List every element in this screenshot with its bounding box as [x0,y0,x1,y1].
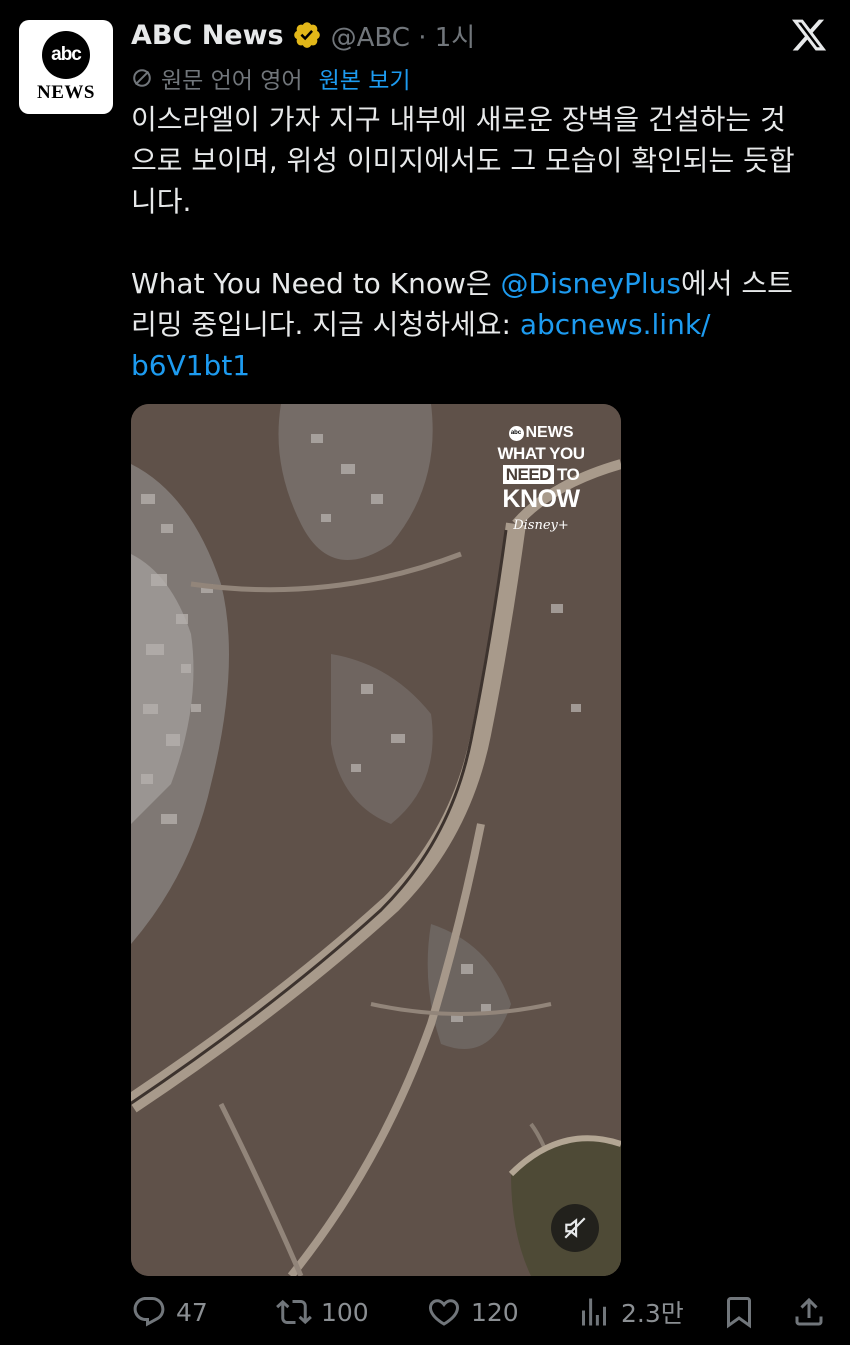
views-count: 2.3만 [621,1299,684,1328]
tweet-text-segment: 리밍 중입니다. 지금 시청하세요: [131,308,520,341]
bookmark-button[interactable] [721,1290,766,1334]
tweet-header: ABC News @ABC · 1시 [131,15,475,55]
tweet-line: 으로 보이며, 위성 이미지에서도 그 모습이 확인되는 듯합 [131,144,795,177]
tweet-text: 이스라엘이 가자 지구 내부에 새로운 장벽을 건설하는 것 으로 보이며, 위… [131,99,831,386]
translation-source-label: 원문 언어 영어 [161,68,303,94]
tweet-text-segment: 에서 스트 [680,267,793,300]
reply-button[interactable]: 47 [131,1290,208,1334]
bookmark-icon [727,1297,751,1329]
action-bar: 47 100 120 2.3만 [131,1290,831,1334]
repost-icon [276,1299,312,1325]
media-branding: abc NEWS WHAT YOU NEED TO KNOW Disney+ [481,424,601,533]
satellite-image [131,404,621,1276]
share-button[interactable] [791,1290,836,1334]
like-count: 120 [471,1297,519,1327]
external-link[interactable]: b6V1bt1 [131,349,250,382]
repost-button[interactable]: 100 [276,1290,369,1334]
repost-count: 100 [321,1297,369,1327]
tweet-line: 이스라엘이 가자 지구 내부에 새로운 장벽을 건설하는 것 [131,103,786,136]
tweet-paragraph: What You Need to Know은 @DisneyPlus에서 스트 [131,263,831,304]
tweet-text-segment: What You Need to Know은 [131,267,501,300]
disney-plus-logo: Disney+ [513,518,569,533]
mute-icon [564,1217,586,1239]
verified-badge-icon [292,20,322,50]
mute-button[interactable] [551,1204,599,1252]
brand-line: WHAT YOU [497,444,585,463]
views-button[interactable]: 2.3만 [576,1290,684,1334]
share-icon [795,1297,823,1326]
brand-line: NEED TO [481,465,601,485]
tweet-line: 니다. [131,185,192,218]
brand-boxed-word: NEED [502,465,554,484]
video-media[interactable]: abc NEWS WHAT YOU NEED TO KNOW Disney+ [131,404,621,1276]
like-icon [428,1299,460,1326]
translation-bar: 원문 언어 영어 원본 보기 [131,60,411,96]
abc-dot-logo: abc [508,425,524,441]
display-name[interactable]: ABC News [131,20,284,51]
mention-link[interactable]: @DisneyPlus [501,267,681,300]
like-button[interactable]: 120 [426,1290,519,1334]
abc-news-wordmark: NEWS [37,81,95,103]
reply-count: 47 [176,1297,208,1327]
reply-icon [133,1297,165,1327]
abc-logo: abc [42,30,90,79]
brand-news: NEWS [525,424,574,441]
external-link[interactable]: abcnews.link/ [520,308,711,341]
show-original-link[interactable]: 원본 보기 [319,61,411,95]
brand-line: KNOW [502,485,580,513]
avatar[interactable]: abc NEWS [19,20,113,114]
handle-and-time[interactable]: @ABC · 1시 [331,17,476,54]
translate-icon [133,69,151,87]
tweet-paragraph: b6V1bt1 [131,345,831,386]
tweet-paragraph: 리밍 중입니다. 지금 시청하세요: abcnews.link/ [131,304,831,345]
x-logo-icon [791,19,827,51]
brand-word: TO [556,465,580,484]
views-icon [582,1298,606,1326]
